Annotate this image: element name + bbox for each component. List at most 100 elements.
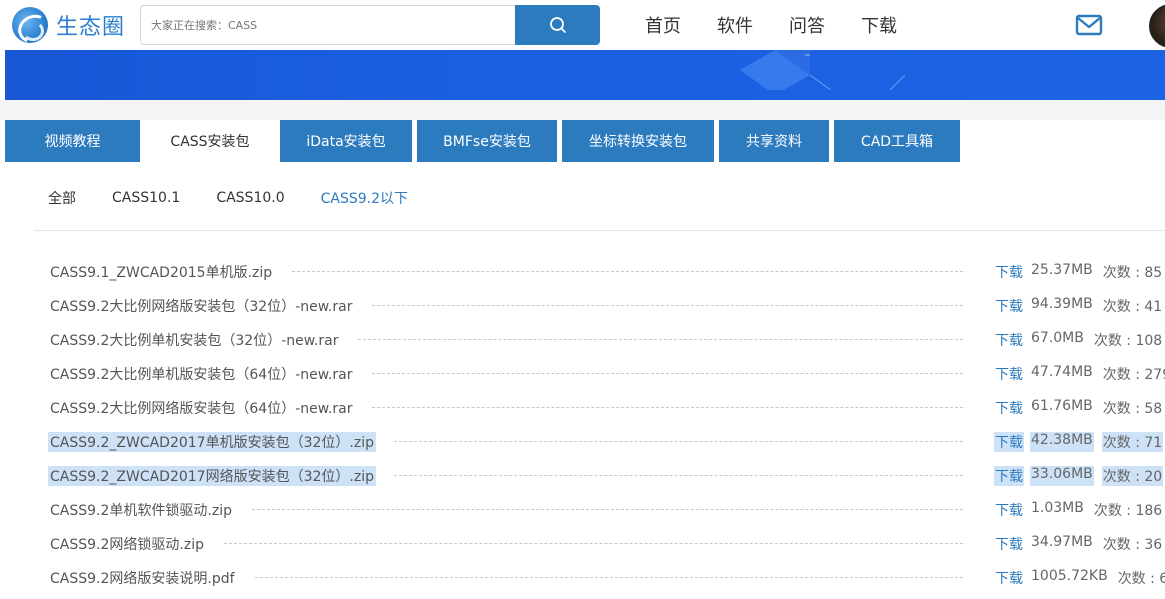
dotted-leader xyxy=(358,339,963,340)
file-meta: 下载 94.39MB 次数 : 41 xyxy=(994,296,1163,316)
nav-item-download[interactable]: 下载 xyxy=(861,12,897,38)
file-name[interactable]: CASS9.2大比例网络版安装包（64位）-new.rar xyxy=(48,398,354,418)
tab-video-tutorial[interactable]: 视频教程 xyxy=(5,120,140,162)
file-name[interactable]: CASS9.2单机软件锁驱动.zip xyxy=(48,500,234,520)
file-meta: 下载 47.74MB 次数 : 279 xyxy=(994,364,1165,384)
dotted-leader xyxy=(372,305,963,306)
file-list: CASS9.1_ZWCAD2015单机版.zip 下载 25.37MB 次数 :… xyxy=(0,254,1165,594)
download-count: 次数 : 186 xyxy=(1093,503,1163,519)
tab-shared-resources[interactable]: 共享资料 xyxy=(719,120,829,162)
nav-item-qa[interactable]: 问答 xyxy=(789,12,825,38)
download-count: 次数 : 71 xyxy=(1101,432,1164,452)
download-count: 次数 : 108 xyxy=(1093,333,1163,349)
dotted-leader xyxy=(255,577,963,578)
download-link[interactable]: 下载 xyxy=(994,534,1024,554)
dotted-leader xyxy=(394,475,963,476)
file-name[interactable]: CASS9.2_ZWCAD2017单机版安装包（32位）.zip xyxy=(48,432,376,452)
file-meta: 下载 1.03MB 次数 : 186 xyxy=(994,500,1163,520)
dotted-leader xyxy=(372,407,963,408)
download-count: 次数 : 36 xyxy=(1102,537,1163,553)
file-name[interactable]: CASS9.2_ZWCAD2017网络版安装包（32位）.zip xyxy=(48,466,376,486)
dotted-leader xyxy=(224,543,963,544)
list-item: CASS9.2_ZWCAD2017单机版安装包（32位）.zip 下载 42.3… xyxy=(0,424,1165,458)
download-count: 次数 : 85 xyxy=(1102,265,1163,281)
logo-text: 生态圈 xyxy=(56,15,126,40)
download-link[interactable]: 下载 xyxy=(994,432,1024,452)
section-divider xyxy=(34,230,1165,231)
dotted-leader xyxy=(394,441,963,442)
list-item: CASS9.1_ZWCAD2015单机版.zip 下载 25.37MB 次数 :… xyxy=(0,254,1165,288)
file-size: 42.38MB xyxy=(1030,432,1094,452)
top-header: 生态圈 首页 软件 问答 下载 xyxy=(0,0,1165,50)
search-box xyxy=(140,5,516,45)
version-filters: 全部 CASS10.1 CASS10.0 CASS9.2以下 xyxy=(48,186,444,210)
file-size: 33.06MB xyxy=(1030,466,1094,486)
list-item: CASS9.2大比例单机版安装包（64位）-new.rar 下载 47.74MB… xyxy=(0,356,1165,390)
file-size: 94.39MB xyxy=(1031,296,1093,312)
download-count: 次数 : 41 xyxy=(1102,299,1163,315)
nav-item-home[interactable]: 首页 xyxy=(645,12,681,38)
dotted-leader xyxy=(252,509,963,510)
nav-item-software[interactable]: 软件 xyxy=(717,12,753,38)
download-count: 次数 : 67 xyxy=(1117,571,1165,587)
file-meta: 下载 67.0MB 次数 : 108 xyxy=(994,330,1163,350)
logo-icon xyxy=(12,7,48,43)
file-name[interactable]: CASS9.2网络版安装说明.pdf xyxy=(48,568,237,588)
tab-cad-toolbox[interactable]: CAD工具箱 xyxy=(834,120,960,162)
file-size: 1.03MB xyxy=(1031,500,1084,516)
download-count: 次数 : 58 xyxy=(1102,401,1163,417)
tab-cass-package[interactable]: CASS安装包 xyxy=(145,120,275,162)
tab-bmfse-package[interactable]: BMFse安装包 xyxy=(417,120,557,162)
filter-all[interactable]: 全部 xyxy=(48,188,76,208)
main-nav: 首页 软件 问答 下载 xyxy=(627,0,915,50)
dotted-leader xyxy=(292,271,963,272)
list-item: CASS9.2大比例网络版安装包（64位）-new.rar 下载 61.76MB… xyxy=(0,390,1165,424)
file-size: 34.97MB xyxy=(1031,534,1093,550)
filter-cass9-2-below[interactable]: CASS9.2以下 xyxy=(321,188,408,208)
file-name[interactable]: CASS9.2大比例单机版安装包（64位）-new.rar xyxy=(48,364,354,384)
download-link[interactable]: 下载 xyxy=(994,296,1024,316)
user-avatar[interactable] xyxy=(1149,4,1165,48)
file-meta: 下载 61.76MB 次数 : 58 xyxy=(994,398,1163,418)
file-meta: 下载 42.38MB 次数 : 71 xyxy=(994,432,1164,452)
download-link[interactable]: 下载 xyxy=(994,466,1024,486)
download-link[interactable]: 下载 xyxy=(994,500,1024,520)
file-size: 25.37MB xyxy=(1031,262,1093,278)
site-logo[interactable]: 生态圈 xyxy=(12,5,125,45)
file-size: 67.0MB xyxy=(1031,330,1084,346)
mail-icon[interactable] xyxy=(1075,13,1103,37)
list-item: CASS9.2大比例单机安装包（32位）-new.rar 下载 67.0MB 次… xyxy=(0,322,1165,356)
tab-coordinate-package[interactable]: 坐标转换安装包 xyxy=(562,120,714,162)
file-name[interactable]: CASS9.2大比例单机安装包（32位）-new.rar xyxy=(48,330,340,350)
file-meta: 下载 1005.72KB 次数 : 67 xyxy=(994,568,1165,588)
banner-decoration xyxy=(740,50,906,90)
file-name[interactable]: CASS9.2网络锁驱动.zip xyxy=(48,534,206,554)
tab-idata-package[interactable]: iData安装包 xyxy=(280,120,412,162)
file-size: 61.76MB xyxy=(1031,398,1093,414)
search-icon xyxy=(549,17,566,33)
banner xyxy=(5,50,1165,100)
file-size: 47.74MB xyxy=(1031,364,1093,380)
file-name[interactable]: CASS9.1_ZWCAD2015单机版.zip xyxy=(48,262,274,282)
download-link[interactable]: 下载 xyxy=(994,262,1024,282)
download-link[interactable]: 下载 xyxy=(994,568,1024,588)
file-meta: 下载 33.06MB 次数 : 20 xyxy=(994,466,1164,486)
file-size: 1005.72KB xyxy=(1031,568,1108,584)
list-item: CASS9.2单机软件锁驱动.zip 下载 1.03MB 次数 : 186 xyxy=(0,492,1165,526)
download-link[interactable]: 下载 xyxy=(994,398,1024,418)
download-link[interactable]: 下载 xyxy=(994,330,1024,350)
page-background-strip xyxy=(0,100,1165,120)
file-meta: 下载 34.97MB 次数 : 36 xyxy=(994,534,1163,554)
file-name[interactable]: CASS9.2大比例网络版安装包（32位）-new.rar xyxy=(48,296,354,316)
list-item: CASS9.2_ZWCAD2017网络版安装包（32位）.zip 下载 33.0… xyxy=(0,458,1165,492)
filter-cass10-1[interactable]: CASS10.1 xyxy=(112,190,180,206)
category-tabs: 视频教程 CASS安装包 iData安装包 BMFse安装包 坐标转换安装包 共… xyxy=(5,120,965,162)
search-input[interactable] xyxy=(141,6,516,44)
list-item: CASS9.2网络版安装说明.pdf 下载 1005.72KB 次数 : 67 xyxy=(0,560,1165,594)
filter-cass10-0[interactable]: CASS10.0 xyxy=(216,190,284,206)
download-count: 次数 : 20 xyxy=(1101,466,1164,486)
search-button[interactable] xyxy=(515,5,600,45)
file-meta: 下载 25.37MB 次数 : 85 xyxy=(994,262,1163,282)
download-count: 次数 : 279 xyxy=(1102,367,1165,383)
download-link[interactable]: 下载 xyxy=(994,364,1024,384)
